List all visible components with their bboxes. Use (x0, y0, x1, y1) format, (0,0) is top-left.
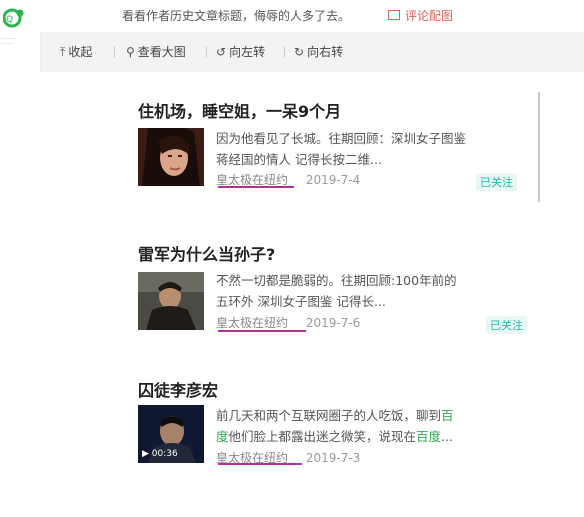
collapse-icon: ⤒ (60, 45, 66, 59)
snippet-line: 前几天和两个互联网圈子的人吃饭，聊到百 (216, 405, 536, 426)
video-duration: ▶ 00:36 (142, 449, 178, 459)
snippet-line: 不然一切都是脆弱的。往期回顾:100年前的 (216, 273, 457, 288)
rotate-left-button[interactable]: ↺ 向左转 (216, 43, 265, 60)
comment-image-label: 评论配图 (405, 9, 454, 23)
article-title[interactable]: 住机场，睡空姐，一呆9个月 (138, 98, 341, 122)
toolbar-divider (284, 46, 285, 58)
article-meta: 皇太极在纽约 2019-7-6 (216, 314, 360, 331)
article-snippet: 因为他看见了长城。往期回顾：深圳女子图鉴 蒋经国的情人 记得长按二维... (216, 128, 536, 170)
article-date: 2019-7-3 (305, 451, 361, 465)
snippet-line: 五环外 深圳女子图鉴 记得长... (216, 294, 386, 309)
post-header: 看看作者历史文章标题，侮辱的人多了去。 评论配图 (40, 0, 584, 32)
snippet-line: 度他们脸上都露出迷之微笑，说现在百度... (216, 426, 536, 447)
post-caption: 看看作者历史文章标题，侮辱的人多了去。 (122, 9, 351, 23)
view-large-button[interactable]: ⚲ 查看大图 (126, 43, 186, 60)
rotate-left-icon: ↺ (216, 45, 227, 59)
scrollbar[interactable] (538, 92, 540, 202)
annotation-underline (218, 330, 306, 332)
snippet-line: 蒋经国的情人 记得长按二维... (216, 152, 382, 167)
view-large-label: 查看大图 (137, 45, 186, 59)
author-name[interactable]: 皇太极在纽约 (216, 173, 288, 187)
rotate-right-label: 向右转 (307, 45, 344, 59)
image-icon (388, 10, 400, 20)
article-snippet: 前几天和两个互联网圈子的人吃饭，聊到百 度他们脸上都露出迷之微笑，说现在百度..… (216, 405, 536, 447)
rotate-right-icon: ↻ (294, 45, 305, 59)
annotation-underline (218, 463, 302, 465)
snippet-line: 因为他看见了长城。往期回顾：深圳女子图鉴 (216, 131, 467, 146)
collapse-label: 收起 (68, 45, 93, 59)
article-title[interactable]: 雷军为什么当孙子? (138, 241, 275, 265)
left-strip: Q ...................... (0, 0, 41, 517)
followed-badge[interactable]: 已关注 (476, 173, 517, 191)
article-thumbnail[interactable] (138, 272, 204, 330)
followed-badge[interactable]: 已关注 (486, 316, 527, 334)
annotation-underline (218, 186, 294, 188)
rotate-left-label: 向左转 (229, 45, 266, 59)
author-name[interactable]: 皇太极在纽约 (216, 316, 288, 330)
svg-text:Q: Q (6, 15, 13, 25)
article-thumbnail[interactable]: ▶ 00:36 (138, 405, 204, 463)
keyword-highlight: 度 (216, 429, 229, 444)
rotate-right-button[interactable]: ↻ 向右转 (294, 43, 343, 60)
comment-image-button[interactable]: 评论配图 (388, 7, 453, 24)
toolbar-divider (114, 46, 115, 58)
keyword-highlight: 百 (441, 408, 454, 423)
snippet-text: ... (441, 429, 453, 444)
image-toolbar: ⤒ 收起 ⚲ 查看大图 ↺ 向左转 ↻ 向右转 (40, 32, 584, 70)
duration-label: 00:36 (151, 449, 178, 459)
snippet-text: 他们脸上都露出迷之微笑，说现在 (228, 429, 417, 444)
snippet-text: 前几天和两个互联网圈子的人吃饭，聊到 (216, 408, 442, 423)
search-icon: ⚲ (126, 45, 135, 59)
article-title[interactable]: 囚徒李彦宏 (138, 377, 218, 401)
toolbar-divider (206, 46, 207, 58)
keyword-highlight: 百度 (416, 429, 442, 444)
app-logo: Q ...................... (1, 7, 25, 45)
collapse-button[interactable]: ⤒ 收起 (60, 43, 92, 60)
article-thumbnail[interactable] (138, 128, 204, 186)
article-snippet: 不然一切都是脆弱的。往期回顾:100年前的 五环外 深圳女子图鉴 记得长... (216, 270, 536, 312)
article-date: 2019-7-4 (305, 173, 361, 187)
article-date: 2019-7-6 (305, 316, 361, 330)
